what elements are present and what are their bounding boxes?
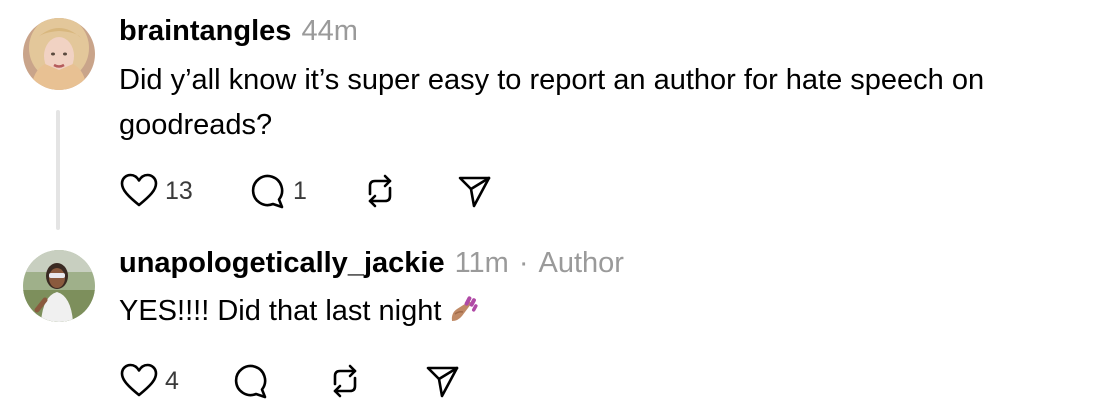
share-button[interactable] xyxy=(455,171,495,211)
send-icon xyxy=(423,361,463,401)
share-button[interactable] xyxy=(423,361,463,401)
like-button[interactable]: 4 xyxy=(119,361,179,401)
repost-button[interactable] xyxy=(360,171,400,211)
post-text: YES!!!! Did that last night xyxy=(119,289,1019,338)
comment-icon xyxy=(230,361,270,401)
post-header: unapologetically_jackie 11m · Author xyxy=(119,246,624,280)
post-header: braintangles 44m xyxy=(119,14,358,48)
separator: · xyxy=(518,247,529,279)
heart-icon xyxy=(119,361,159,401)
repost-icon xyxy=(360,171,400,211)
avatar-image xyxy=(23,250,95,322)
like-count: 4 xyxy=(165,367,179,395)
username[interactable]: braintangles xyxy=(119,15,291,47)
author-badge: Author xyxy=(538,247,624,279)
repost-button[interactable] xyxy=(325,361,365,401)
timestamp: 11m xyxy=(454,247,509,279)
reply-button[interactable] xyxy=(230,361,270,401)
like-count: 13 xyxy=(165,177,193,205)
reply-count: 1 xyxy=(293,177,307,205)
avatar-image xyxy=(23,18,95,90)
thread-line xyxy=(56,110,60,230)
username[interactable]: unapologetically_jackie xyxy=(119,247,445,279)
timestamp: 44m xyxy=(301,15,358,47)
send-icon xyxy=(455,171,495,211)
post-text-content: YES!!!! Did that last night xyxy=(119,295,442,327)
like-button[interactable]: 13 xyxy=(119,171,193,211)
comment-icon xyxy=(247,171,287,211)
repost-icon xyxy=(325,361,365,401)
nail-polish-emoji xyxy=(449,293,479,338)
post-text: Did y’all know it’s super easy to report… xyxy=(119,64,985,141)
heart-icon xyxy=(119,171,159,211)
reply-button[interactable]: 1 xyxy=(247,171,307,211)
avatar-unapologetically-jackie[interactable] xyxy=(23,250,95,322)
avatar-braintangles[interactable] xyxy=(23,18,95,90)
